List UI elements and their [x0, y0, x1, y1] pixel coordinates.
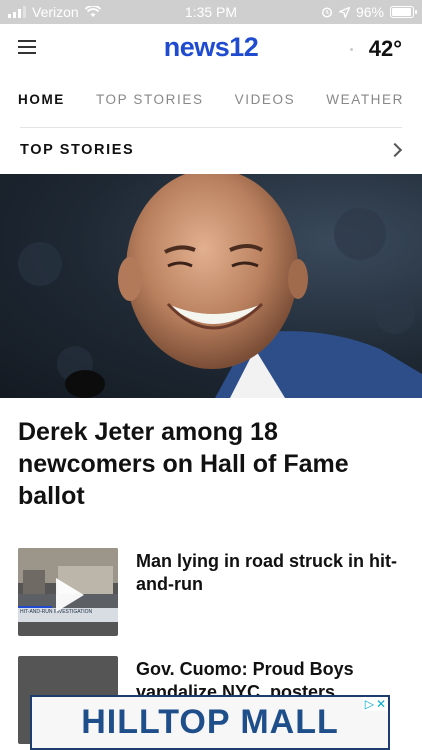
- status-left: Verizon: [8, 4, 101, 20]
- tab-top-stories[interactable]: TOP STORIES: [96, 92, 204, 110]
- location-icon: [338, 6, 350, 18]
- tab-weather[interactable]: WEATHER: [326, 92, 404, 110]
- ad-close-icon[interactable]: ✕: [376, 697, 386, 711]
- battery-percent: 96%: [355, 4, 384, 20]
- carrier-label: Verizon: [32, 4, 79, 20]
- hero-headline[interactable]: Derek Jeter among 18 newcomers on Hall o…: [18, 416, 398, 512]
- battery-fill: [392, 8, 412, 16]
- category-nav: HOME TOP STORIES VIDEOS WEATHER: [18, 92, 404, 110]
- weather-widget[interactable]: 42°: [349, 36, 402, 62]
- section-title: TOP STORIES: [20, 142, 135, 158]
- status-right: 96%: [321, 4, 417, 20]
- ad-badge: ▷ ✕: [362, 697, 388, 711]
- ad-banner[interactable]: HILLTOP MALL ▷ ✕: [30, 695, 390, 750]
- signal-icon: [8, 6, 26, 18]
- story-thumbnail[interactable]: HIT-AND-RUN INVESTIGATION: [18, 548, 118, 636]
- tab-home[interactable]: HOME: [18, 92, 65, 110]
- tab-videos[interactable]: VIDEOS: [235, 92, 296, 110]
- story-title[interactable]: Man lying in road struck in hit-and-run: [136, 548, 408, 636]
- battery-icon: [390, 6, 417, 18]
- play-icon[interactable]: [56, 578, 84, 612]
- list-item[interactable]: HIT-AND-RUN INVESTIGATION Man lying in r…: [18, 548, 408, 636]
- top-stories-header[interactable]: TOP STORIES: [20, 140, 404, 160]
- temperature: 42°: [368, 36, 402, 61]
- status-bar: Verizon 1:35 PM 96%: [0, 0, 422, 24]
- chevron-right-icon[interactable]: [387, 142, 403, 158]
- hero-photo: [18, 174, 422, 398]
- ad-text: HILLTOP MALL: [81, 703, 339, 741]
- wifi-icon: [84, 6, 101, 17]
- alarm-icon: [321, 7, 332, 18]
- hero-image[interactable]: [0, 174, 422, 398]
- weather-icon: [349, 47, 353, 51]
- app-header: news12 42°: [0, 24, 422, 74]
- nav-divider: [20, 127, 402, 128]
- adchoices-icon[interactable]: ▷: [365, 697, 374, 711]
